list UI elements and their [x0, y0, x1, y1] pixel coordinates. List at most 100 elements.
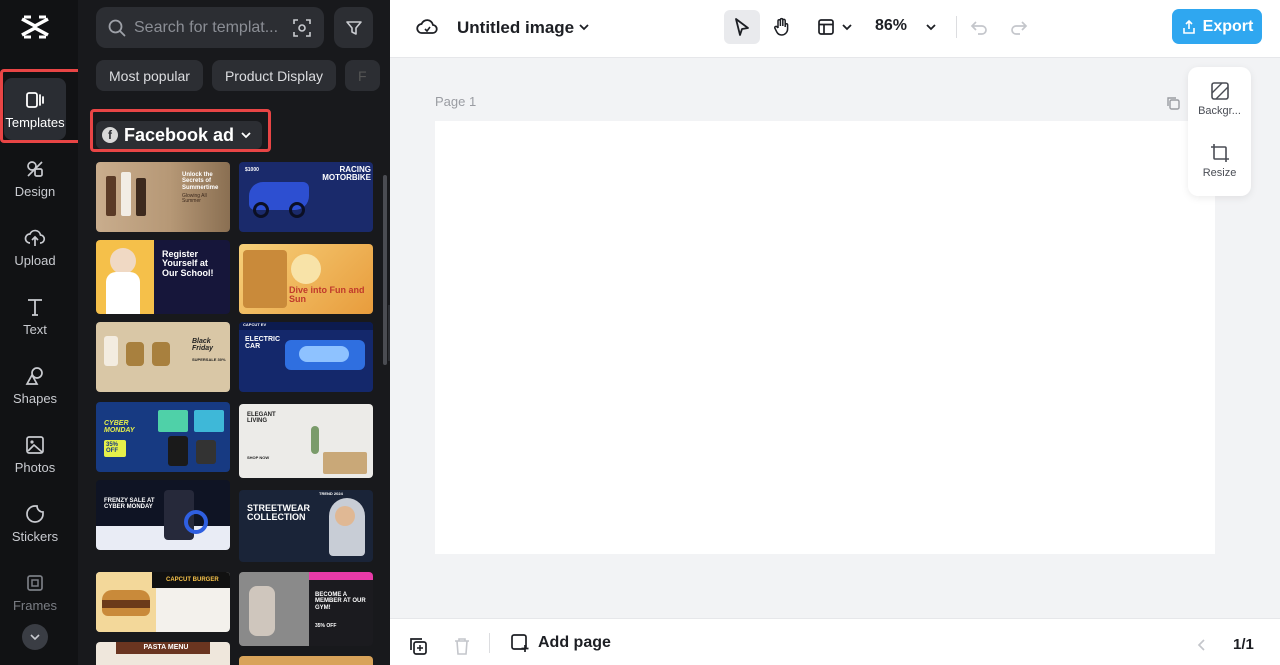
hand-icon [774, 17, 789, 36]
template-title: PASTA MENU [143, 644, 189, 651]
duplicate-icon[interactable] [408, 636, 428, 656]
template-title: CYBER MONDAY [104, 420, 135, 435]
top-bar: Untitled image 86% Export [390, 0, 1280, 58]
add-page-button[interactable]: Add page [510, 633, 611, 653]
rail-item-shapes[interactable]: Shapes [4, 354, 66, 416]
template-subtitle: SUPERSALE 30% [192, 357, 226, 362]
chip-most-popular[interactable]: Most popular [96, 60, 203, 91]
document-title[interactable]: Untitled image [457, 18, 574, 38]
duplicate-page-icon[interactable] [1165, 95, 1181, 111]
template-title: CAPCUT BURGER [166, 577, 219, 583]
chevron-down-icon[interactable] [578, 21, 590, 33]
canvas-page[interactable] [435, 121, 1215, 554]
template-card[interactable]: CAPCUT BURGER [96, 572, 230, 632]
search-input[interactable] [134, 18, 292, 37]
facebook-icon: f [102, 127, 118, 143]
layout-icon [818, 19, 834, 35]
template-subtitle: 35% OFF [104, 440, 126, 457]
shapes-icon [25, 366, 43, 385]
rail-item-label: Upload [14, 252, 56, 268]
undo-icon[interactable] [970, 18, 988, 36]
template-card[interactable]: Dive into Fun and Sun [239, 244, 373, 314]
rail-item-label: Frames [12, 597, 58, 613]
chevron-down-icon [241, 132, 251, 139]
image-search-icon[interactable] [292, 18, 312, 38]
template-title: Unlock the Secrets of Summertime [182, 172, 219, 191]
chevron-left-icon[interactable] [1196, 638, 1208, 652]
rail-item-photos[interactable]: Photos [4, 423, 66, 485]
rail-more-button[interactable] [22, 624, 48, 650]
filter-icon [345, 20, 362, 35]
page-options-panel: Backgr... Resize [1188, 67, 1251, 196]
templates-panel: Most popular Product Display F f Faceboo… [78, 0, 390, 665]
bottombar-divider [489, 633, 490, 653]
template-card[interactable]: CYBER MONDAY 35% OFF [96, 402, 230, 472]
template-subtitle: Glowing All Summer [182, 193, 207, 205]
rail-item-text[interactable]: Text [4, 285, 66, 347]
template-title: ELECTRIC CAR [245, 336, 280, 351]
rail-item-label: Templates [5, 114, 65, 130]
chip-more[interactable]: F [344, 60, 380, 91]
background-button[interactable]: Backgr... [1188, 81, 1251, 117]
template-card[interactable]: PASTA MENU [96, 642, 230, 665]
export-button[interactable]: Export [1172, 9, 1262, 44]
template-card[interactable]: ELECTRIC CAR CAPCUT EV [239, 322, 373, 392]
cloud-icon[interactable] [416, 17, 438, 37]
template-card[interactable]: FRENZY SALE AT CYBER MONDAY [96, 480, 230, 550]
category-dropdown[interactable]: f Facebook ad [96, 121, 263, 149]
template-card[interactable]: Register Yourself at Our School! [96, 240, 230, 314]
template-card[interactable]: Unlock the Secrets of Summertime Glowing… [96, 162, 230, 232]
template-title: STREETWEAR COLLECTION [247, 503, 310, 523]
design-icon [27, 160, 43, 177]
panel-scrollbar[interactable] [383, 175, 387, 365]
delete-icon[interactable] [453, 636, 471, 656]
template-card[interactable]: RACING MOTORBIKE $1000 [239, 162, 373, 232]
page-counter: 1/1 [1233, 636, 1254, 653]
upload-icon [24, 229, 46, 246]
export-icon [1182, 19, 1195, 34]
rail-item-design[interactable]: Design [4, 147, 66, 209]
rail-item-label: Stickers [11, 528, 59, 544]
template-card[interactable]: ELEGANT LIVING SHOP NOW [239, 404, 373, 478]
category-label: Facebook ad [124, 124, 235, 145]
templates-icon [26, 91, 44, 108]
hand-tool[interactable] [764, 10, 800, 44]
chip-product-display[interactable]: Product Display [211, 60, 336, 91]
rail-item-templates[interactable]: Templates [4, 78, 66, 140]
template-subtitle: SHOP NOW [247, 455, 270, 460]
layout-tool[interactable] [810, 10, 860, 44]
template-card[interactable] [239, 656, 373, 665]
add-page-label: Add page [538, 634, 611, 651]
capcut-logo [21, 15, 49, 39]
page-label: Page 1 [435, 94, 477, 109]
rail-item-stickers[interactable]: Stickers [4, 492, 66, 554]
template-card[interactable]: STREETWEAR COLLECTION TREND 2024 [239, 490, 373, 562]
template-subtitle: CAPCUT EV [243, 322, 267, 327]
add-page-icon [511, 634, 529, 652]
filter-button[interactable] [334, 7, 373, 48]
toolbar-divider [956, 16, 957, 38]
zoom-level[interactable]: 86% [875, 17, 907, 35]
canvas-area: Page 1 Backgr... Resize [390, 58, 1280, 618]
resize-button[interactable]: Resize [1188, 143, 1251, 179]
category-chips: Most popular Product Display F [96, 60, 380, 91]
redo-icon[interactable] [1010, 18, 1028, 36]
template-title: FRENZY SALE AT CYBER MONDAY [104, 498, 155, 511]
template-card[interactable]: BECOME A MEMBER AT OUR GYM! 35% OFF [239, 572, 373, 646]
app-root: Templates Design Upload Text Shapes Phot… [0, 0, 1280, 665]
rail-item-label: Photos [14, 459, 56, 475]
rail-item-frames[interactable]: Frames [4, 561, 66, 623]
rail-item-upload[interactable]: Upload [4, 216, 66, 278]
select-tool[interactable] [724, 10, 760, 44]
left-rail: Templates Design Upload Text Shapes Phot… [0, 0, 88, 665]
template-title: Dive into Fun and Sun [289, 285, 365, 305]
bottom-bar: Add page 1/1 [390, 618, 1280, 665]
frames-icon [27, 574, 43, 591]
search-icon [108, 19, 126, 36]
chevron-down-icon[interactable] [925, 21, 937, 33]
background-label: Backgr... [1198, 105, 1241, 117]
template-card[interactable]: Black Friday SUPERSALE 30% [96, 322, 230, 392]
template-title: ELEGANT LIVING [247, 412, 276, 425]
chevron-down-icon [842, 24, 852, 31]
template-title: BECOME A MEMBER AT OUR GYM! [315, 592, 366, 611]
